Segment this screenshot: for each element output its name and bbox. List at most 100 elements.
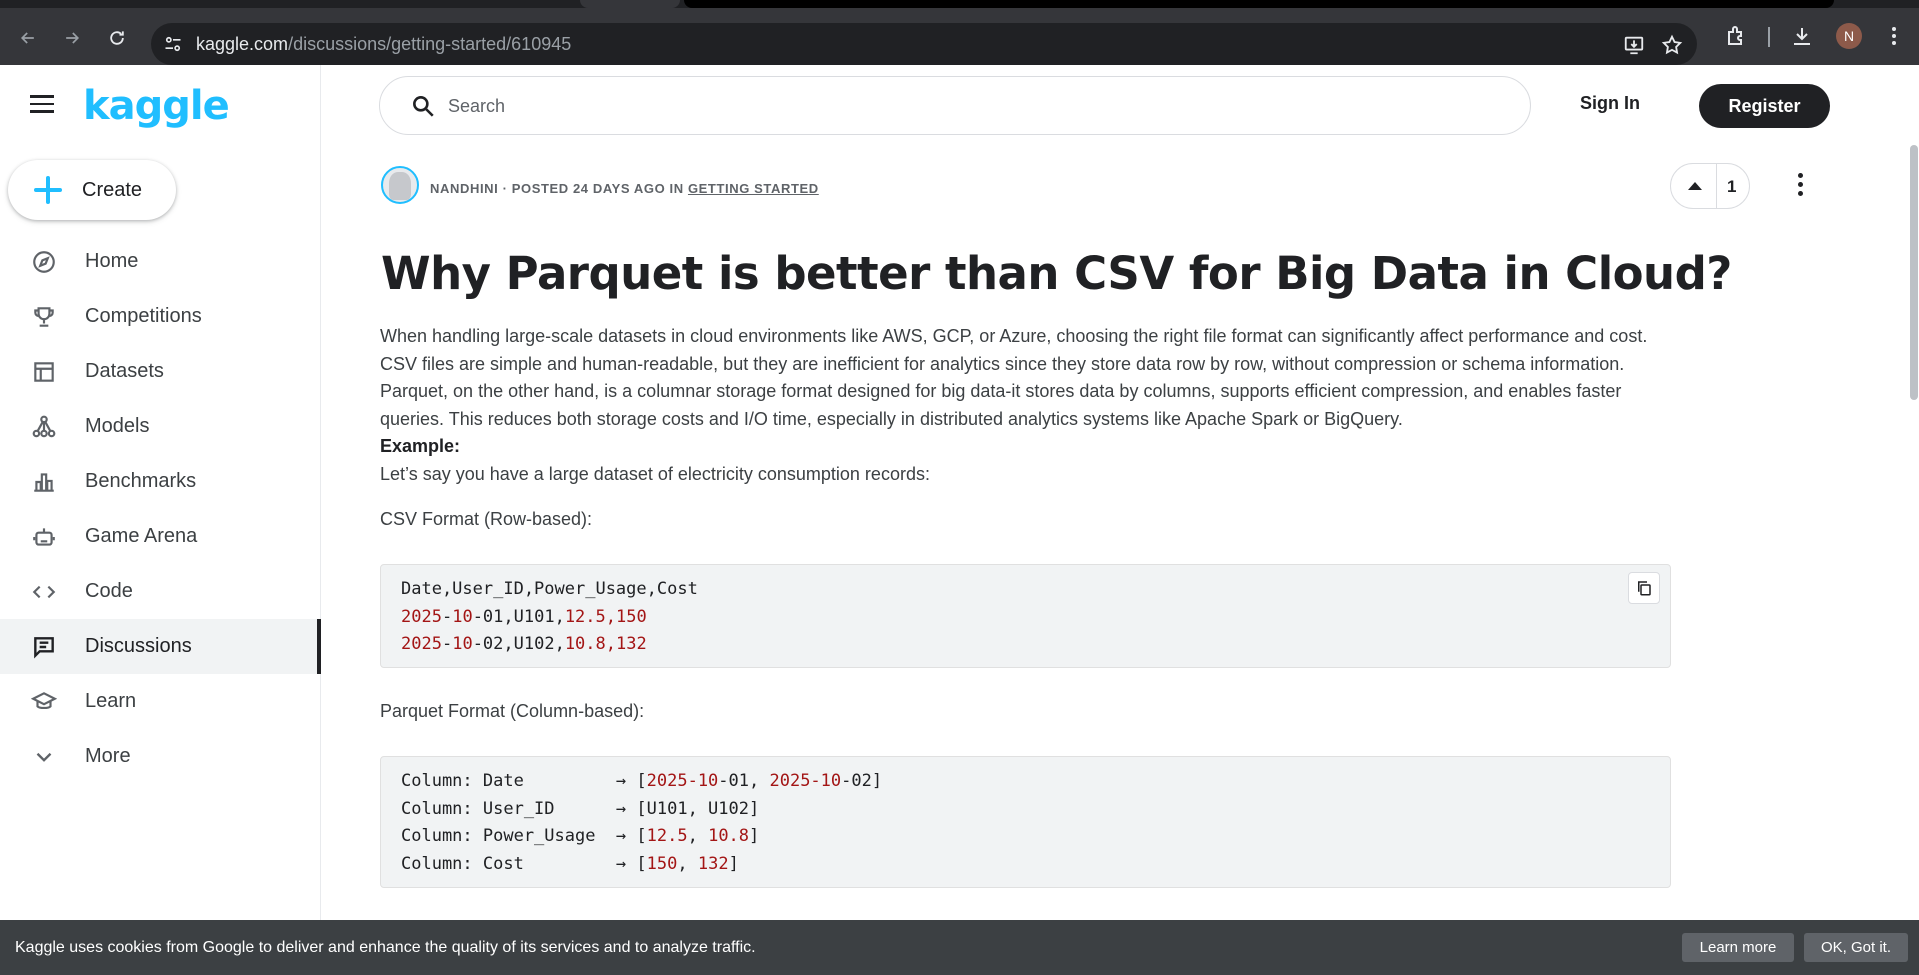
register-button[interactable]: Register [1699, 84, 1830, 128]
sidebar-item-models[interactable]: Models [0, 399, 321, 454]
page-scrollbar[interactable] [1910, 145, 1918, 400]
code-text: Column: Power_Usage → [ [401, 826, 647, 846]
install-app-icon[interactable] [1623, 34, 1645, 56]
forward-icon[interactable] [58, 24, 86, 52]
sign-in-button[interactable]: Sign In [1580, 93, 1640, 114]
browser-tab[interactable] [580, 0, 680, 8]
create-button-label: Create [82, 179, 143, 201]
sidebar-item-label: Home [85, 250, 139, 272]
sidebar-item-learn[interactable]: Learn [0, 674, 321, 729]
plus-icon [30, 172, 66, 208]
address-bar[interactable]: kaggle.com/discussions/getting-started/6… [151, 23, 1697, 65]
code-text: ] [728, 853, 739, 874]
sidebar-item-label: Competitions [85, 305, 202, 327]
search-bar[interactable] [379, 76, 1531, 135]
search-input[interactable] [448, 89, 1508, 123]
code-text: ] [749, 826, 760, 846]
post-meta: NANDHINI · POSTED 24 DAYS AGO IN GETTING… [430, 181, 819, 196]
post-paragraph: When handling large-scale datasets in cl… [380, 326, 1648, 429]
post-meta-text: · POSTED 24 DAYS AGO IN [498, 181, 688, 196]
code-line: Date,User_ID,Power_Usage,Cost [401, 579, 698, 599]
profile-avatar[interactable]: N [1836, 23, 1862, 49]
url-text[interactable]: kaggle.com/discussions/getting-started/6… [196, 34, 571, 55]
code-number: 12.5 [646, 826, 688, 846]
code-text: -02] [841, 771, 883, 791]
csv-heading: CSV Format (Row-based): [380, 509, 593, 529]
sidebar-item-game-arena[interactable]: Game Arena [0, 509, 321, 564]
page-content: kaggle Create Home Competitions Datasets… [0, 65, 1919, 975]
kaggle-logo[interactable]: kaggle [83, 83, 230, 129]
browser-tab[interactable] [684, 0, 1834, 8]
browser-chrome: kaggle.com/discussions/getting-started/6… [0, 0, 1919, 65]
sidebar-item-home[interactable]: Home [0, 234, 321, 289]
sidebar-item-discussions[interactable]: Discussions [0, 619, 321, 674]
ok-got-it-button[interactable]: OK, Got it. [1804, 933, 1908, 962]
url-domain: kaggle.com [196, 34, 289, 54]
browser-toolbar: kaggle.com/discussions/getting-started/6… [0, 8, 1919, 65]
code-line: Column: Cost → [150, 132] [401, 851, 1650, 879]
example-label: Example: [380, 436, 461, 457]
bar-chart-icon [30, 468, 58, 496]
code-text: Column: Cost → [ [401, 853, 647, 874]
school-icon [30, 688, 58, 716]
chevron-down-icon [30, 743, 58, 771]
code-text: , [687, 826, 709, 846]
back-icon[interactable] [14, 24, 42, 52]
code-number: 2025-10 [646, 771, 719, 791]
copy-code-button[interactable] [1628, 572, 1660, 604]
code-text: Column: Date → [ [401, 771, 647, 791]
toolbar-separator [1768, 27, 1770, 47]
upvote-icon[interactable] [1687, 178, 1703, 194]
code-number: 10 [452, 634, 473, 654]
code-number: 150 [616, 606, 647, 627]
url-path: /discussions/getting-started/610945 [288, 34, 572, 54]
code-number: 2025 [401, 606, 442, 627]
learn-more-button[interactable]: Learn more [1682, 933, 1794, 962]
sidebar-item-label: More [85, 745, 131, 767]
sidebar-item-benchmarks[interactable]: Benchmarks [0, 454, 321, 509]
sidebar-item-label: Benchmarks [85, 470, 197, 492]
reload-icon[interactable] [103, 24, 131, 52]
parquet-heading: Parquet Format (Column-based): [380, 701, 645, 721]
bookmark-star-icon[interactable] [1661, 34, 1683, 56]
more-options-icon[interactable] [1796, 173, 1804, 199]
sidebar-item-label: Models [85, 415, 150, 437]
sidebar-item-competitions[interactable]: Competitions [0, 289, 321, 344]
sidebar-item-label: Learn [85, 690, 137, 712]
browser-menu-icon[interactable] [1882, 24, 1906, 48]
sidebar-item-code[interactable]: Code [0, 564, 321, 619]
sidebar-item-label: Code [85, 580, 133, 602]
sidebar-item-more[interactable]: More [0, 729, 321, 784]
author-name[interactable]: NANDHINI [430, 181, 498, 196]
code-number: 132 [697, 853, 729, 874]
create-button[interactable]: Create [8, 160, 176, 220]
upvote-control: 1 [1670, 163, 1750, 209]
download-icon[interactable] [1790, 24, 1814, 48]
site-settings-icon[interactable] [163, 34, 183, 54]
menu-icon[interactable] [30, 95, 58, 119]
code-number: 2025 [401, 634, 442, 654]
vote-divider [1716, 164, 1717, 208]
copy-icon [1638, 581, 1651, 596]
category-link[interactable]: GETTING STARTED [688, 181, 819, 196]
code-line: 2025-10-01,U101,12.5,150 [401, 604, 1650, 632]
vote-count: 1 [1727, 177, 1737, 196]
code-number: 150 [646, 853, 678, 874]
compass-icon [30, 248, 58, 276]
code-text: -01,U101, [472, 606, 565, 627]
post-body: When handling large-scale datasets in cl… [380, 323, 1670, 489]
code-text: - [441, 634, 453, 654]
code-number: 12.5 [564, 606, 606, 627]
post-title: Why Parquet is better than CSV for Big D… [381, 247, 1732, 300]
cookie-message: Kaggle uses cookies from Google to deliv… [15, 939, 756, 956]
code-line: Column: User_ID → [U101, U102] [401, 798, 760, 819]
trophy-icon [30, 303, 58, 331]
sidebar-item-label: Datasets [85, 360, 164, 382]
code-icon [30, 578, 58, 606]
parquet-code-block: Column: Date → [2025-10-01, 2025-10-02] C… [380, 756, 1671, 888]
extensions-icon[interactable] [1725, 24, 1749, 48]
author-avatar[interactable] [381, 166, 419, 204]
code-number: 10.8 [708, 826, 750, 846]
code-number: 10.8 [564, 634, 606, 654]
sidebar-item-datasets[interactable]: Datasets [0, 344, 321, 399]
